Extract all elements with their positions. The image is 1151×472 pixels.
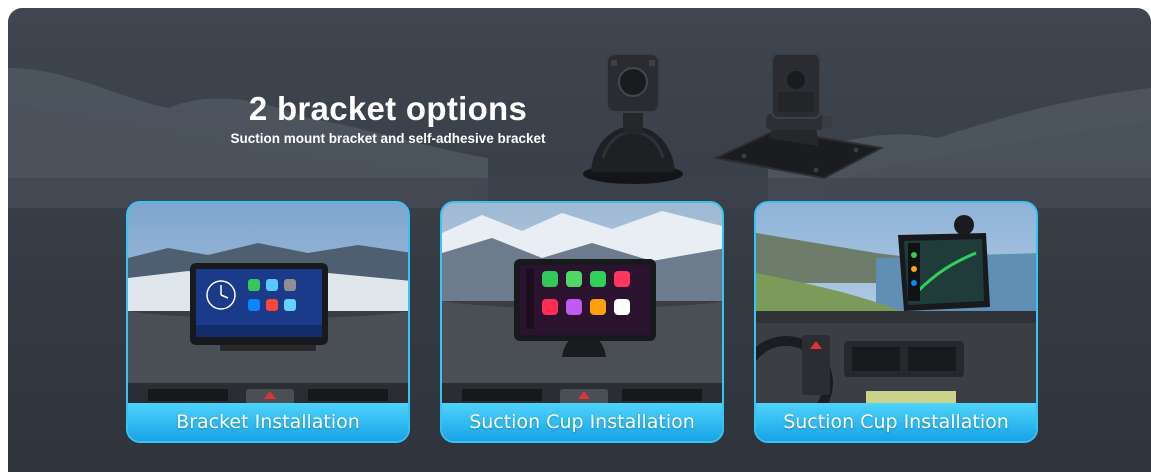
card-label: Suction Cup Installation [442,403,722,441]
card-label: Suction Cup Installation [756,403,1036,441]
adhesive-bracket-image [712,53,885,180]
page-subtitle: Suction mount bracket and self-adhesive … [230,131,546,146]
installation-card-suction-cup-windshield: Suction Cup Installation [754,201,1038,443]
suction-mount-bracket-image [583,53,683,184]
header-block: 2 bracket options Suction mount bracket … [208,90,568,148]
product-banner: 2 bracket options Suction mount bracket … [8,8,1151,472]
page-title: 2 bracket options [248,90,528,127]
card-label: Bracket Installation [128,403,408,441]
installation-card-suction-cup: Suction Cup Installation [440,201,724,443]
installation-card-bracket: Bracket Installation [126,201,410,443]
